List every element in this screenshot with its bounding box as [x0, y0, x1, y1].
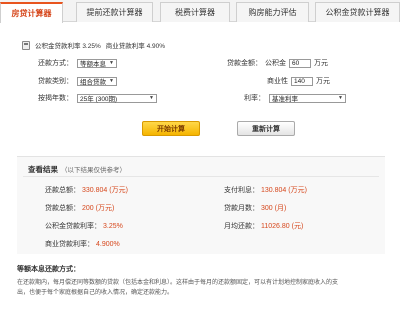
- method-text-line: 出，也便于每个家庭根据自己的收入情况，确定还款能力。: [17, 290, 174, 296]
- method-text-line: 在还款期内，每月偿还同等数额的贷款（包括本金和利息）。这样由于每月的还款额固定，…: [17, 280, 339, 286]
- months-value: 300 (月): [261, 205, 287, 212]
- tab-label: 提前还款计算器: [86, 8, 143, 17]
- years-label: 按揭年数：: [38, 95, 73, 102]
- fund-amount-input[interactable]: 60: [289, 58, 311, 68]
- current-rates: 公积金贷款利率 3.25% 商业贷款利率 4.90%: [22, 40, 165, 50]
- divider: [23, 176, 379, 177]
- chevron-down-icon: ▼: [109, 60, 114, 66]
- rate-select[interactable]: 基准利率 ▼: [269, 93, 346, 103]
- loan-type-row: 贷款类别： 组合贷款 ▼: [38, 76, 117, 86]
- repayment-method-explanation: 等额本息还款方式： 在还款期内，每月偿还同等数额的贷款（包括本金和利息）。这样由…: [17, 264, 387, 298]
- reset-button[interactable]: 重新计算: [237, 121, 295, 136]
- commercial-rate-text: 商业贷款利率 4.90%: [105, 43, 165, 50]
- repay-method-label: 还款方式：: [38, 60, 73, 67]
- repay-method-row: 还款方式： 等额本息 ▼: [38, 58, 117, 68]
- monthly-row: 月均还款： 11026.80 (元): [224, 223, 304, 230]
- loan-total-value: 200 (万元): [82, 205, 115, 212]
- fund-part-label: 公积金: [265, 60, 286, 67]
- calculator-tabs: 房贷计算器 提前还款计算器 税费计算器 购房能力评估 公积金贷款计算器: [0, 0, 400, 23]
- tab-label: 公积金贷款计算器: [325, 8, 390, 17]
- result-title: 查看结果 （以下结果仅供参考）: [28, 165, 126, 174]
- loan-type-select[interactable]: 组合贷款 ▼: [77, 76, 117, 86]
- result-note: （以下结果仅供参考）: [61, 167, 126, 174]
- tab-label: 房贷计算器: [11, 9, 52, 18]
- commercial-amount-unit: 万元: [316, 78, 330, 85]
- tab-purchase-ability[interactable]: 购房能力评估: [236, 2, 309, 22]
- interest-value: 130.804 (万元): [261, 187, 307, 194]
- rate-row: 利率： 基准利率 ▼: [244, 93, 346, 103]
- chevron-down-icon: ▼: [149, 95, 154, 101]
- tab-housing-fund-calculator[interactable]: 公积金贷款计算器: [315, 2, 400, 22]
- total-repay-value: 330.804 (万元): [82, 187, 128, 194]
- calculator-icon: [22, 40, 30, 50]
- calculate-button[interactable]: 开始计算: [142, 121, 200, 136]
- loan-type-label: 贷款类别：: [38, 78, 73, 85]
- commercial-part-label: 商业性: [267, 78, 288, 85]
- tab-mortgage-calculator[interactable]: 房贷计算器: [0, 2, 63, 23]
- tab-prepayment-calculator[interactable]: 提前还款计算器: [76, 2, 153, 22]
- months-row: 贷款月数： 300 (月): [224, 205, 287, 212]
- commercial-amount-input[interactable]: 140: [291, 76, 313, 86]
- fund-rate-row: 公积金贷款利率： 3.25%: [45, 222, 123, 231]
- chevron-down-icon: ▼: [109, 78, 114, 84]
- tab-label: 税费计算器: [175, 8, 215, 17]
- fund-amount-row: 贷款金额： 公积金 60 万元: [227, 58, 328, 68]
- fund-rate-text: 公积金贷款利率 3.25%: [35, 43, 101, 50]
- monthly-value: 11026.80 (元): [261, 223, 304, 230]
- chevron-down-icon: ▼: [338, 95, 343, 101]
- commercial-rate-row: 商业贷款利率： 4.900%: [45, 240, 120, 249]
- total-repay-row: 还款总额： 330.804 (万元): [45, 187, 128, 194]
- interest-row: 支付利息： 130.804 (万元): [224, 187, 307, 194]
- repay-method-select[interactable]: 等额本息 ▼: [77, 58, 117, 68]
- fund-rate-value: 3.25%: [103, 222, 123, 230]
- rate-label: 利率：: [244, 95, 265, 102]
- method-title: 等额本息还款方式：: [17, 266, 80, 273]
- loan-amount-label: 贷款金额：: [227, 60, 262, 67]
- commercial-amount-row: 商业性 140 万元: [267, 76, 330, 86]
- tab-label: 购房能力评估: [248, 8, 297, 17]
- tab-tax-calculator[interactable]: 税费计算器: [160, 2, 230, 22]
- result-panel: 查看结果 （以下结果仅供参考） 还款总额： 330.804 (万元) 支付利息： 13…: [17, 156, 385, 254]
- loan-total-row: 贷款总额： 200 (万元): [45, 205, 115, 212]
- years-row: 按揭年数： 25年 (300期) ▼: [38, 93, 157, 103]
- method-text: 在还款期内，每月偿还同等数额的贷款（包括本金和利息）。这样由于每月的还款额固定，…: [17, 278, 387, 298]
- commercial-rate-value: 4.900%: [96, 240, 120, 248]
- years-select[interactable]: 25年 (300期) ▼: [77, 93, 157, 103]
- fund-amount-unit: 万元: [314, 60, 328, 67]
